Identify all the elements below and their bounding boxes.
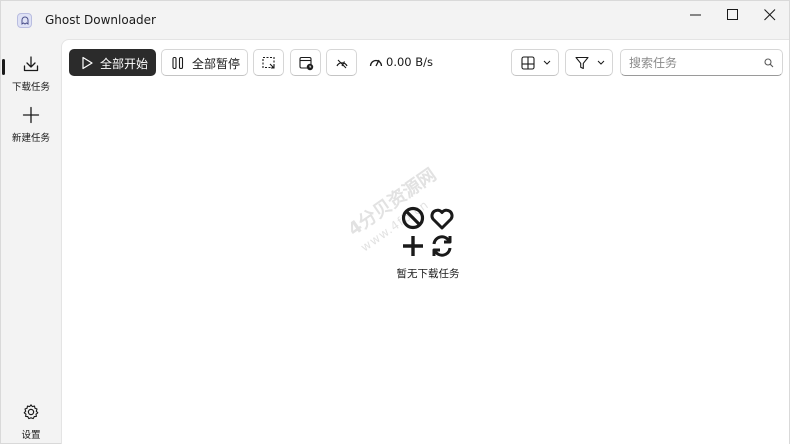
- pause-icon: [172, 56, 184, 70]
- sidebar-item-label: 设置: [21, 430, 41, 441]
- speedometer-icon: [369, 59, 383, 67]
- schedule-button[interactable]: [290, 49, 321, 76]
- plus-icon: [403, 236, 423, 256]
- maximize-icon: [727, 9, 738, 20]
- view-mode-dropdown[interactable]: [511, 49, 559, 76]
- search-icon[interactable]: [764, 58, 774, 68]
- sidebar-item-settings[interactable]: 设置: [4, 399, 58, 444]
- search-box[interactable]: [620, 49, 783, 76]
- refresh-icon: [432, 235, 452, 257]
- start-all-button[interactable]: 全部开始: [69, 49, 156, 76]
- close-icon: [764, 9, 776, 21]
- grid-layout-icon: [521, 56, 535, 70]
- close-button[interactable]: [753, 5, 787, 25]
- heart-icon: [430, 208, 454, 230]
- app-window: Ghost Downloader 下载任务 新建任务 设置 全部开始 全部暂停 …: [0, 0, 790, 444]
- speed-limit-icon: [336, 59, 348, 69]
- sidebar-item-label: 下载任务: [11, 82, 50, 93]
- speed-value: 0.00 B/s: [386, 55, 434, 69]
- chevron-down-icon: [597, 60, 605, 65]
- pause-all-label: 全部暂停: [192, 57, 241, 71]
- filter-dropdown[interactable]: [565, 49, 613, 76]
- filter-icon: [575, 56, 589, 70]
- empty-state-illustration: [400, 205, 456, 261]
- calendar-clock-icon: [299, 56, 314, 71]
- sidebar: 下载任务 新建任务 设置: [1, 39, 61, 444]
- sidebar-item-label: 新建任务: [11, 133, 50, 144]
- selection-icon: [262, 56, 275, 69]
- window-title: Ghost Downloader: [45, 13, 156, 27]
- empty-state-message: 暂无下载任务: [396, 268, 460, 280]
- maximize-button[interactable]: [716, 5, 750, 25]
- download-icon: [23, 56, 39, 72]
- ghost-app-icon: [17, 13, 32, 28]
- minimize-icon: [690, 14, 701, 16]
- speed-limit-button[interactable]: [326, 49, 357, 76]
- minimize-button[interactable]: [679, 5, 713, 25]
- pause-all-button[interactable]: 全部暂停: [161, 49, 248, 76]
- sidebar-item-downloads[interactable]: 下载任务: [4, 51, 58, 97]
- play-icon: [82, 56, 93, 70]
- title-bar[interactable]: Ghost Downloader: [1, 1, 789, 39]
- sidebar-item-new[interactable]: 新建任务: [4, 102, 58, 148]
- chevron-down-icon: [543, 60, 551, 65]
- gear-icon: [23, 404, 39, 420]
- no-entry-icon: [401, 206, 425, 230]
- download-task-panel: 全部开始 全部暂停 0.00 B/s 搜索任务 4分贝资源网 www.4fb.c…: [61, 39, 789, 444]
- start-all-label: 全部开始: [100, 57, 149, 71]
- search-input[interactable]: [629, 54, 759, 72]
- select-tasks-button[interactable]: [253, 49, 284, 76]
- plus-icon: [22, 106, 40, 124]
